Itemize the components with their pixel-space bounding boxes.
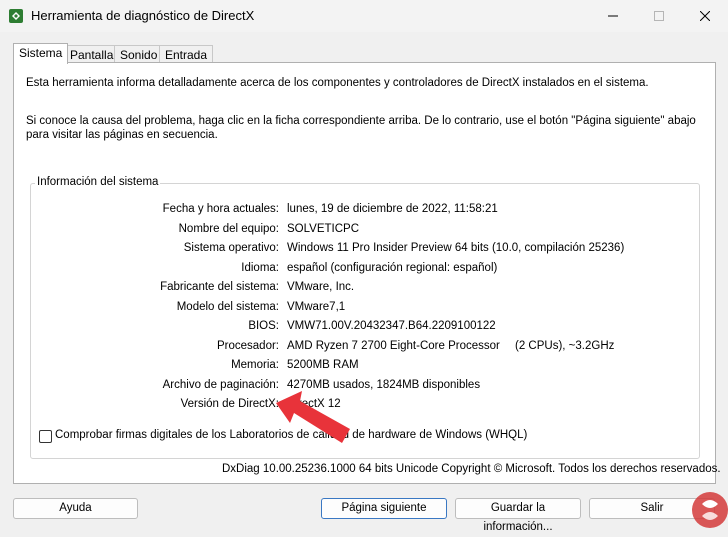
system-info-group: Información del sistema Fecha y hora act… [30,176,700,459]
info-label: Sistema operativo: [183,242,279,254]
help-button[interactable]: Ayuda [13,498,138,519]
info-label: BIOS: [248,320,279,332]
info-value-group: AMD Ryzen 7 2700 Eight-Core Processor (2… [287,339,614,352]
info-row-model: Modelo del sistema: VMware7,1 [31,301,699,317]
close-button[interactable] [682,0,728,32]
directx-app-icon [9,9,23,23]
tab-panel-sistema: Esta herramienta informa detalladamente … [13,62,716,484]
info-row-computer-name: Nombre del equipo: SOLVETICPC [31,223,699,239]
info-row-processor: Procesador: AMD Ryzen 7 2700 Eight-Core … [31,340,699,356]
info-value-extra: (2 CPUs), ~3.2GHz [515,339,615,352]
watermark-logo-icon [692,492,728,528]
next-page-button[interactable]: Página siguiente [321,498,447,519]
info-label: Versión de DirectX: [180,398,279,410]
whql-checkbox[interactable] [39,430,52,443]
tab-entrada[interactable]: Entrada [159,45,214,63]
info-value: AMD Ryzen 7 2700 Eight-Core Processor [287,339,500,352]
info-label: Procesador: [216,339,279,352]
info-row-page-file: Archivo de paginación: 4270MB usados, 18… [31,379,699,395]
info-value: Windows 11 Pro Insider Preview 64 bits (… [287,242,625,254]
info-value: 5200MB RAM [287,359,359,371]
info-label: Nombre del equipo: [178,222,279,235]
info-row-os: Sistema operativo: Windows 11 Pro Inside… [31,242,699,258]
save-info-button[interactable]: Guardar la información... [455,498,581,533]
maximize-button[interactable] [636,0,682,32]
maximize-icon [654,11,664,21]
info-row-memory: Memoria: 5200MB RAM [31,359,699,375]
info-row-bios: BIOS: VMW71.00V.20432347.B64.2209100122 [31,320,699,336]
info-label: Modelo del sistema: [176,300,279,313]
copyright-text: DxDiag 10.00.25236.1000 64 bits Unicode … [222,463,721,475]
info-row-manufacturer: Fabricante del sistema: VMware, Inc. [31,281,699,297]
window-title: Herramienta de diagnóstico de DirectX [31,8,255,23]
instructions-text: Si conoce la causa del problema, haga cl… [26,115,696,141]
info-row-language: Idioma: español (configuración regional:… [31,262,699,278]
info-value: VMware, Inc. [287,281,355,293]
info-value: VMW71.00V.20432347.B64.2209100122 [287,320,496,332]
info-label: Memoria: [231,359,279,371]
minimize-button[interactable] [590,0,636,32]
info-value: lunes, 19 de diciembre de 2022, 11:58:21 [287,203,498,215]
info-value: SOLVETICPC [287,222,359,235]
title-bar: Herramienta de diagnóstico de DirectX [0,0,728,32]
info-label: Idioma: [241,261,279,274]
info-label: Fabricante del sistema: [160,281,279,293]
info-label: Archivo de paginación: [162,378,279,391]
close-icon [700,11,710,21]
intro-text: Esta herramienta informa detalladamente … [26,77,649,89]
info-row-directx-version: Versión de DirectX: DirectX 12 [31,398,699,414]
annotation-arrow-icon [276,391,350,443]
group-title: Información del sistema [35,176,161,188]
tab-sistema[interactable]: Sistema [13,43,69,64]
info-value: VMware7,1 [287,300,346,313]
info-value: español (configuración regional: español… [287,261,498,274]
minimize-icon [608,15,618,17]
info-label: Fecha y hora actuales: [162,203,279,215]
tab-sonido[interactable]: Sonido [114,45,164,63]
tab-pantalla[interactable]: Pantalla [64,45,120,63]
info-row-date: Fecha y hora actuales: lunes, 19 de dici… [31,203,699,219]
